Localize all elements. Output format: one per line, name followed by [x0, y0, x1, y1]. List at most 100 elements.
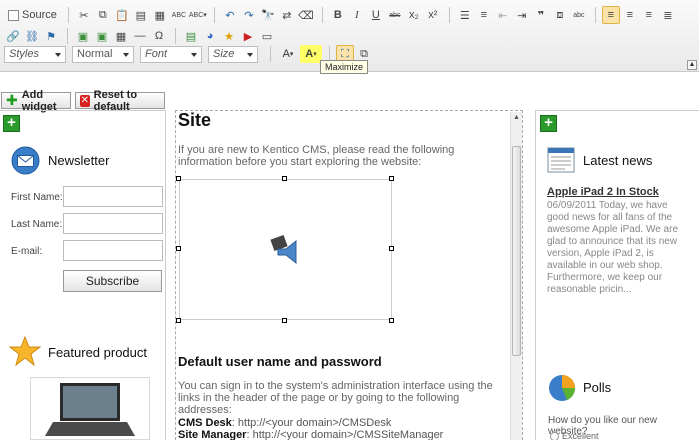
cms-desk-label: CMS Desk — [178, 417, 232, 429]
replace-icon[interactable]: ⇄ — [278, 6, 296, 24]
bizform-icon[interactable]: ★ — [220, 27, 238, 45]
news-headline-link[interactable]: Apple iPad 2 In Stock — [547, 186, 659, 198]
subscribe-button[interactable]: Subscribe — [63, 270, 162, 292]
text-color-icon[interactable]: A ▾ — [277, 45, 299, 63]
image-icon[interactable]: ▣ — [74, 27, 92, 45]
link-icon[interactable]: 🔗 — [4, 27, 22, 45]
background-color-icon[interactable]: A ▾ — [300, 45, 322, 63]
toolbar-separator — [270, 46, 271, 62]
quick-image-icon[interactable]: ▣ — [93, 27, 111, 45]
resize-handle[interactable] — [282, 318, 287, 323]
polls-title: Polls — [583, 380, 612, 395]
toolbar-collapse-icon[interactable]: ▲ — [687, 60, 697, 70]
news-body-text: 06/09/2011 Today, we have good news for … — [547, 200, 679, 295]
last-name-label: Last Name: — [11, 219, 63, 230]
strikethrough-icon[interactable]: abc — [386, 6, 404, 24]
italic-icon[interactable]: I — [348, 6, 366, 24]
numbered-list-icon[interactable]: ☰ — [456, 6, 474, 24]
site-manager-label: Site Manager — [178, 429, 247, 440]
page-title: Site — [178, 110, 212, 130]
reset-label: Reset to default — [93, 88, 138, 113]
scroll-thumb[interactable] — [512, 146, 521, 356]
paste-word-icon[interactable]: ▦ — [151, 6, 169, 24]
redo-icon[interactable]: ↷ — [240, 6, 258, 24]
source-button[interactable]: Source — [4, 6, 61, 24]
resize-handle[interactable] — [389, 246, 394, 251]
resize-handle[interactable] — [282, 176, 287, 181]
format-value: Normal — [77, 47, 113, 60]
toolbar-separator — [213, 7, 215, 23]
add-widget-button[interactable]: ✚ Add widget — [1, 89, 71, 113]
copy-icon[interactable]: ⧉ — [94, 6, 112, 24]
add-widget-zone-right-icon[interactable]: + — [540, 115, 557, 132]
anchor-icon[interactable]: ⚑ — [42, 27, 60, 45]
undo-icon[interactable]: ↶ — [221, 6, 239, 24]
format-select[interactable]: Normal — [72, 45, 134, 63]
justify-icon[interactable]: ≣ — [659, 6, 677, 24]
subscript-icon[interactable]: x₂ — [405, 6, 423, 24]
size-select[interactable]: Size — [208, 45, 258, 63]
resize-handle[interactable] — [176, 246, 181, 251]
spellcheck-dropdown-icon[interactable]: ABC▾ — [189, 6, 207, 24]
media-speaker-icon — [270, 235, 297, 265]
paste-text-icon[interactable]: ▤ — [132, 6, 150, 24]
reset-to-default-button[interactable]: ✕ Reset to default — [75, 89, 165, 113]
outdent-icon[interactable]: ⇤ — [494, 6, 512, 24]
last-name-field[interactable] — [63, 213, 163, 234]
source-label: Source — [22, 9, 57, 21]
font-value: Font — [145, 47, 168, 60]
remove-format-icon[interactable]: ⌫ — [297, 6, 315, 24]
toolbar-separator — [67, 7, 69, 23]
scroll-up-icon[interactable]: ▲ — [511, 112, 522, 124]
widget-icon[interactable]: ◕ — [201, 27, 219, 45]
reset-icon: ✕ — [80, 94, 90, 107]
poll-option-radio[interactable] — [550, 432, 559, 440]
cut-icon[interactable]: ✂ — [75, 6, 93, 24]
special-char-icon[interactable]: Ω — [150, 27, 168, 45]
style-icon[interactable]: abc — [570, 6, 588, 24]
inline-control-icon[interactable]: ▤ — [182, 27, 200, 45]
latest-news-title: Latest news — [583, 153, 653, 168]
horizontal-line-icon[interactable]: — — [131, 27, 149, 45]
blockquote-icon[interactable]: ❞ — [532, 6, 550, 24]
email-field[interactable] — [63, 240, 163, 261]
editable-content-area[interactable]: Site If you are new to Kentico CMS, plea… — [178, 110, 508, 440]
first-name-field[interactable] — [63, 186, 163, 207]
align-center-icon[interactable]: ≡ — [621, 6, 639, 24]
find-icon[interactable]: 🔭 — [259, 6, 277, 24]
resize-handle[interactable] — [389, 318, 394, 323]
laptop-icon — [45, 383, 135, 436]
align-right-icon[interactable]: ≡ — [640, 6, 658, 24]
superscript-icon[interactable]: x² — [424, 6, 442, 24]
bulleted-list-icon[interactable]: ≡ — [475, 6, 493, 24]
youtube-icon[interactable]: ▶ — [239, 27, 257, 45]
toolbar-separator — [175, 28, 176, 44]
unlink-icon[interactable]: ⛓ — [23, 27, 41, 45]
paste-icon[interactable]: 📋 — [113, 6, 131, 24]
underline-icon[interactable]: U — [367, 6, 385, 24]
div-container-icon[interactable]: ⧈ — [551, 6, 569, 24]
featured-product-image[interactable] — [30, 377, 150, 440]
bold-icon[interactable]: B — [329, 6, 347, 24]
content-scrollbar[interactable]: ▲ — [510, 112, 522, 440]
indent-icon[interactable]: ⇥ — [513, 6, 531, 24]
font-select[interactable]: Font — [140, 45, 202, 63]
resize-handle[interactable] — [176, 176, 181, 181]
styles-value: Styles — [9, 47, 39, 60]
newsletter-envelope-icon — [11, 146, 40, 175]
align-left-icon[interactable]: ≡ — [601, 6, 620, 24]
resize-handle[interactable] — [389, 176, 394, 181]
email-label: E-mail: — [11, 246, 43, 257]
add-widget-zone-left-icon[interactable]: + — [3, 115, 20, 132]
media-icon[interactable]: ▭ — [258, 27, 276, 45]
size-value: Size — [213, 47, 235, 60]
styles-select[interactable]: Styles — [4, 45, 66, 63]
toolbar-row-3: Styles Normal Font Size A ▾ A ▾ ⛶ ⧉ — [4, 45, 374, 63]
resize-handle[interactable] — [176, 318, 181, 323]
table-icon[interactable]: ▦ — [112, 27, 130, 45]
spellcheck-icon[interactable]: ABC — [170, 6, 188, 24]
polls-pie-icon — [549, 375, 575, 401]
newspaper-icon — [547, 147, 575, 173]
admin-links: CMS Desk: http://<your domain>/CMSDesk S… — [178, 417, 506, 440]
embedded-media-placeholder[interactable] — [179, 179, 392, 320]
